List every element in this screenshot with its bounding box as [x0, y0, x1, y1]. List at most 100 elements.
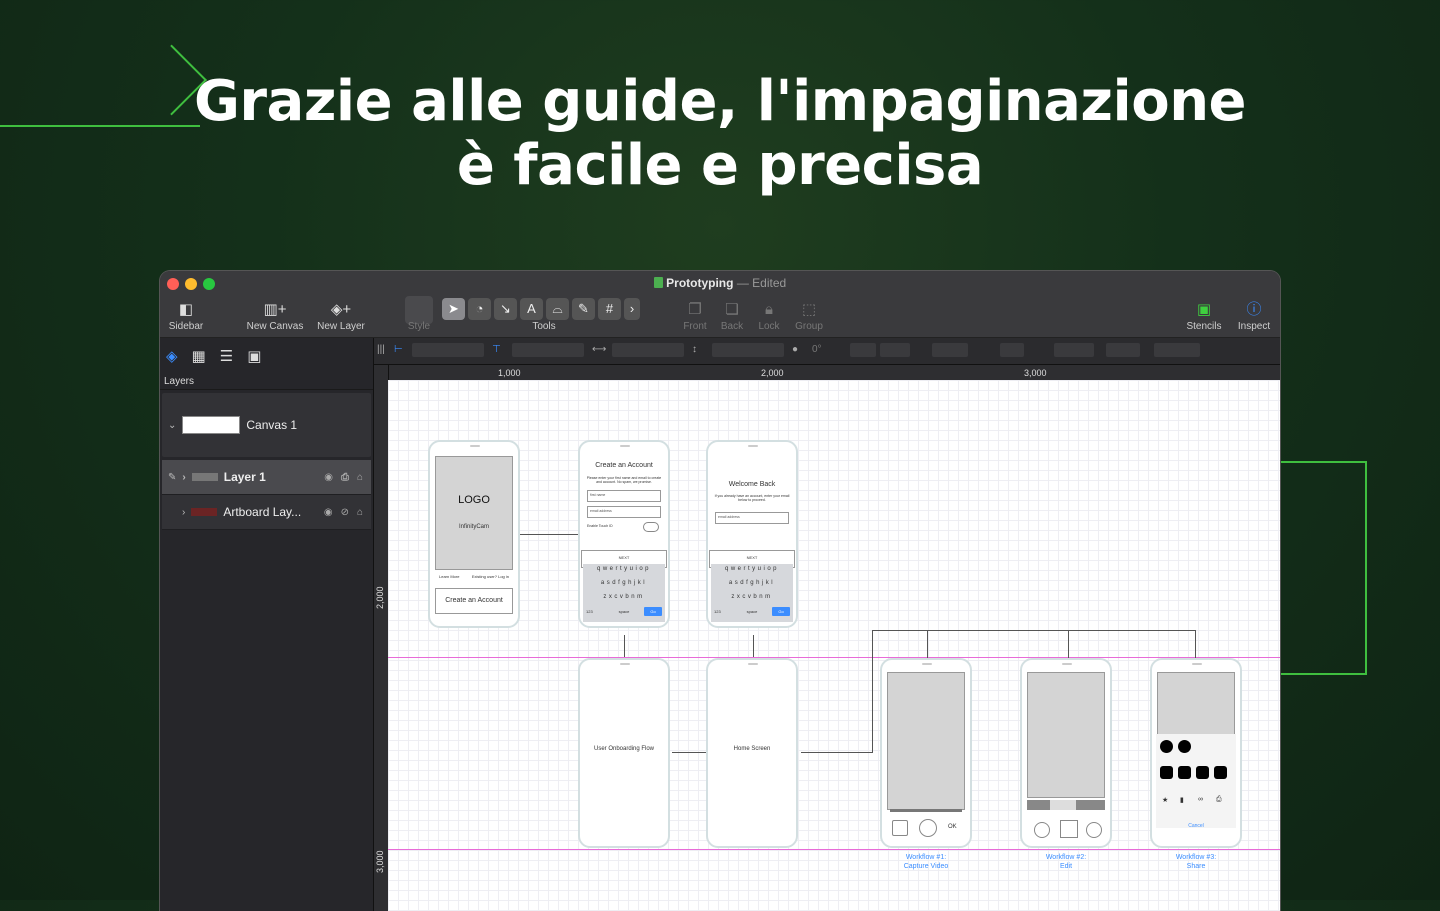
- screen-splash[interactable]: LOGO InfinityCam Learn More Existing use…: [428, 440, 520, 628]
- align-icon[interactable]: |||: [377, 344, 385, 355]
- layers-sidebar: ◈ ▦ ☰ ▣ Layers ⌄ Canvas 1 ✎ › Layer 1 ◉ …: [160, 338, 374, 911]
- screen-workflow-capture[interactable]: OK: [880, 658, 972, 848]
- go-key: Go: [778, 609, 784, 614]
- new-canvas-label: New Canvas: [246, 321, 304, 332]
- inspector-bar: ||| ⊢ ⊤ ⟷ ↕ ● 0°: [374, 338, 1280, 365]
- layer-controls: ◉ ⊘ ⌂: [324, 507, 363, 518]
- canvases-tab-icon[interactable]: ▦: [192, 347, 206, 365]
- lock-button[interactable]: 🔒︎ Lock: [754, 299, 784, 332]
- style-label-text: Style: [407, 321, 431, 332]
- chevron-down-icon[interactable]: ⌄: [168, 420, 176, 431]
- chevron-right-icon[interactable]: ›: [182, 507, 185, 518]
- first-name-field: first name: [587, 490, 661, 502]
- create-account-button: Create an Account: [445, 597, 503, 604]
- fill-style-select[interactable]: [932, 343, 968, 357]
- chevron-right-icon[interactable]: ›: [182, 472, 185, 483]
- tools-label-text: Tools: [532, 321, 556, 332]
- new-layer-button[interactable]: ◈+ New Layer: [315, 299, 367, 332]
- send-back-icon: ❏: [725, 301, 739, 318]
- keyboard-row: zxcvbnm: [731, 594, 773, 600]
- inspect-button[interactable]: ⓘ Inspect: [1232, 299, 1276, 332]
- stencil-tab-icon[interactable]: ▣: [247, 347, 261, 365]
- corner-radius-field[interactable]: [1154, 343, 1200, 357]
- keyboard-row: asdfghjkl: [600, 580, 648, 586]
- decorative-frame: [1270, 461, 1367, 675]
- print-disabled-icon[interactable]: ⊘: [341, 507, 349, 518]
- logo-placeholder: [435, 456, 513, 570]
- opacity-select[interactable]: [1106, 343, 1140, 357]
- phone-notch: [748, 445, 758, 447]
- stencils-button[interactable]: ▣ Stencils: [1182, 299, 1226, 332]
- rotation-knob-icon[interactable]: ●: [792, 344, 798, 355]
- new-layer-icon: ◈+: [330, 301, 352, 318]
- line-tool-icon[interactable]: ↘: [494, 298, 517, 320]
- share-app-icon: [1178, 766, 1191, 779]
- screen-welcome-back[interactable]: Welcome Back If you already have an acco…: [706, 440, 798, 628]
- shadow-select[interactable]: [1054, 343, 1094, 357]
- grid-tool-icon[interactable]: #: [598, 298, 621, 320]
- screen-title: Welcome Back: [728, 481, 776, 488]
- workflow-3-label: Workflow #3: Share: [1146, 853, 1246, 871]
- document-status: Edited: [752, 276, 787, 290]
- screen-user-onboarding[interactable]: User Onboarding Flow: [578, 658, 670, 848]
- layout-guide[interactable]: [388, 849, 1280, 850]
- screen-workflow-edit[interactable]: [1020, 658, 1112, 848]
- sidebar-button[interactable]: ◧ Sidebar: [164, 299, 208, 332]
- visibility-eye-icon[interactable]: ◉: [324, 472, 333, 483]
- keyboard-row: qwertyuiop: [596, 566, 651, 572]
- canvas-item[interactable]: ⌄ Canvas 1: [162, 393, 371, 457]
- outline-tab-icon[interactable]: ☰: [220, 347, 233, 365]
- screen-create-account[interactable]: Create an Account Please enter your firs…: [578, 440, 670, 628]
- style-picker[interactable]: [405, 296, 433, 324]
- front-button[interactable]: ❐ Front: [678, 299, 712, 332]
- layer-item-2[interactable]: › Artboard Lay... ◉ ⊘ ⌂: [162, 495, 371, 530]
- screen-home[interactable]: Home Screen: [706, 658, 798, 848]
- stencils-label: Stencils: [1186, 321, 1222, 332]
- unlock-icon[interactable]: ⌂: [357, 472, 363, 483]
- new-canvas-button[interactable]: ▥+ New Canvas: [244, 299, 306, 332]
- connector: [927, 630, 928, 658]
- info-icon: ⓘ: [1246, 301, 1262, 318]
- flip-horizontal-button[interactable]: [850, 343, 876, 357]
- login-link: Existing user? Log in: [471, 574, 509, 579]
- headline-line-2: è facile e precisa: [456, 133, 984, 198]
- layer-controls: ◉ ⎙ ⌂: [324, 472, 363, 483]
- height-field[interactable]: [712, 343, 784, 357]
- layer-item-1[interactable]: ✎ › Layer 1 ◉ ⎙ ⌂: [162, 460, 371, 495]
- visibility-eye-icon[interactable]: ◉: [324, 507, 333, 518]
- shape-tool-icon[interactable]: ◔: [468, 298, 491, 320]
- unlock-icon[interactable]: ⌂: [357, 507, 363, 518]
- stroke-select[interactable]: [1000, 343, 1024, 357]
- layout-guide[interactable]: [388, 657, 1280, 658]
- drawing-canvas[interactable]: LOGO InfinityCam Learn More Existing use…: [388, 380, 1280, 911]
- back-button[interactable]: ❏ Back: [716, 299, 748, 332]
- layers-tab-icon[interactable]: ◈: [166, 347, 178, 365]
- more-tools-chevron-icon[interactable]: ›: [624, 298, 640, 320]
- next-button: NEXT: [618, 555, 630, 560]
- tools-label: Tools: [524, 321, 564, 332]
- print-icon[interactable]: ⎙: [341, 472, 349, 483]
- width-field[interactable]: [612, 343, 684, 357]
- workflow-label-line: Workflow #1:: [905, 854, 947, 861]
- bookmark-icon: ▮: [1180, 797, 1184, 804]
- next-button: NEXT: [746, 555, 758, 560]
- email-field: email address: [715, 512, 789, 524]
- field-placeholder: first name: [590, 493, 606, 497]
- x-position-field[interactable]: [412, 343, 484, 357]
- text-tool-icon[interactable]: A: [520, 298, 543, 320]
- screen-workflow-share[interactable]: ★ ▮ ∞ ⎙ Cancel: [1150, 658, 1242, 848]
- rotation-value[interactable]: 0°: [812, 344, 822, 355]
- connector: [872, 630, 873, 752]
- logo-text: LOGO: [458, 494, 490, 506]
- star-icon: ★: [1162, 797, 1169, 804]
- pen-tool-icon[interactable]: ✎: [572, 298, 595, 320]
- group-icon: ⬚: [801, 301, 817, 318]
- pointer-tool-icon[interactable]: ➤: [442, 298, 465, 320]
- flip-vertical-button[interactable]: [880, 343, 910, 357]
- bezier-tool-icon[interactable]: ⌓: [546, 298, 569, 320]
- airdrop-contact-icon: [1178, 740, 1191, 753]
- connector: [1195, 630, 1196, 658]
- inspect-label: Inspect: [1237, 321, 1271, 332]
- group-button[interactable]: ⬚ Group: [792, 299, 826, 332]
- y-position-field[interactable]: [512, 343, 584, 357]
